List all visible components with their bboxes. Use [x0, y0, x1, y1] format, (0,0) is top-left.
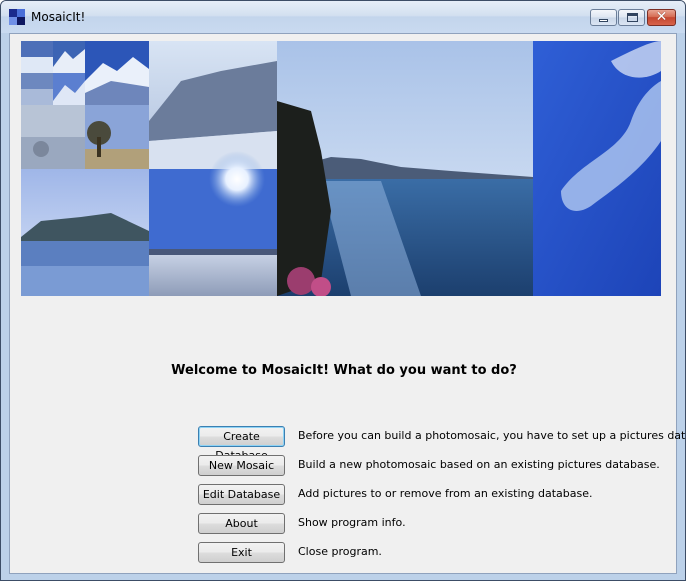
exit-description: Close program.: [298, 545, 382, 558]
edit-database-button[interactable]: Edit Database: [198, 484, 285, 505]
photo-mosaic-banner: [21, 41, 661, 296]
new-mosaic-button[interactable]: New Mosaic: [198, 455, 285, 476]
app-window: MosaicIt! ✕ Welcome to MosaicIt! What do…: [0, 0, 686, 581]
edit-database-description: Add pictures to or remove from an existi…: [298, 487, 593, 500]
minimize-icon: [599, 19, 608, 22]
main-panel: Welcome to MosaicIt! What do you want to…: [9, 33, 685, 574]
mosaic-app-icon: [9, 9, 25, 25]
create-database-button[interactable]: Create Database: [198, 426, 285, 462]
welcome-heading: Welcome to MosaicIt! What do you want to…: [171, 363, 517, 378]
close-icon: ✕: [655, 9, 668, 25]
new-mosaic-description: Build a new photomosaic based on an exis…: [298, 458, 660, 471]
title-bar[interactable]: MosaicIt! ✕: [1, 1, 685, 33]
about-description: Show program info.: [298, 516, 406, 529]
exit-button[interactable]: Exit: [198, 542, 285, 563]
maximize-button[interactable]: [618, 9, 645, 26]
minimize-button[interactable]: [590, 9, 617, 26]
about-button[interactable]: About: [198, 513, 285, 534]
create-database-description: Before you can build a photomosaic, you …: [298, 429, 686, 442]
maximize-icon: [627, 13, 638, 22]
window-title: MosaicIt!: [31, 10, 86, 24]
close-button[interactable]: ✕: [647, 9, 676, 26]
